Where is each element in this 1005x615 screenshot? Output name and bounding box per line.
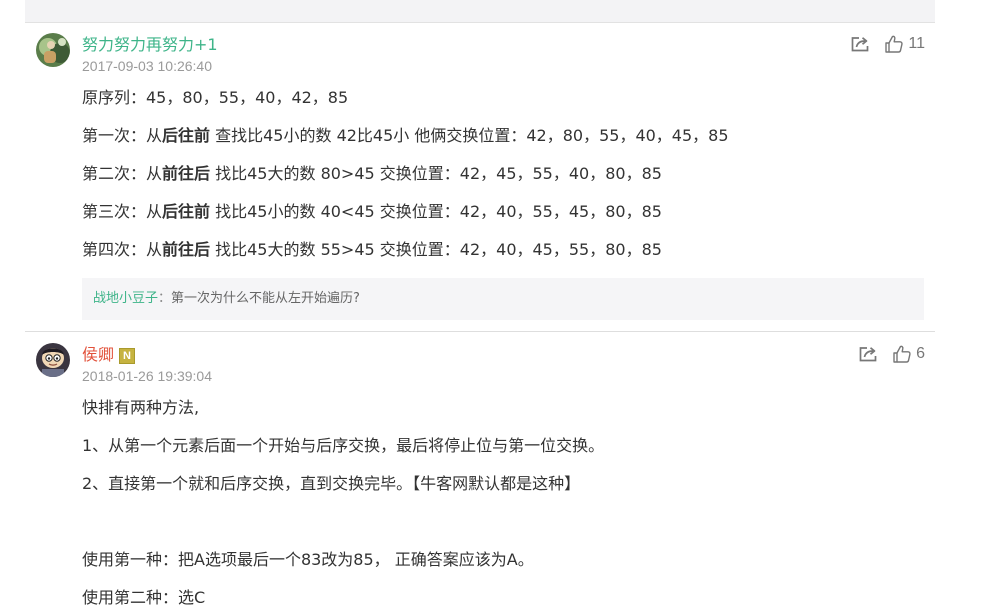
text-segment: 原序列：45，80，55，40，42，85 (82, 88, 349, 107)
text-segment: 第一次：从 (82, 126, 163, 145)
avatar[interactable] (36, 343, 70, 377)
share-button[interactable] (858, 345, 878, 363)
comment-text-line: 使用第一种：把A选项最后一个83改为85， 正确答案应该为A。 (82, 550, 534, 569)
text-segment: 找比45小的数 40<45 交换位置：42，40，55，45，80，85 (210, 202, 662, 221)
like-count: 11 (908, 35, 925, 52)
comment-text-line: 2、直接第一个就和后序交换，直到交换完毕。【牛客网默认都是这种】 (82, 474, 581, 493)
text-segment: 找比45大的数 80>45 交换位置：42，45，55，40，80，85 (210, 164, 662, 183)
bold-text: 前往后 (162, 164, 211, 183)
reply-text: 第一次为什么不能从左开始遍历? (171, 291, 360, 306)
level-badge: N (119, 348, 136, 364)
comment-text-line: 第二次：从前往后 找比45大的数 80>45 交换位置：42，45，55，40，… (82, 163, 662, 185)
avatar[interactable] (36, 33, 70, 67)
comment-actions: 6 (858, 344, 925, 364)
like-count: 6 (916, 345, 925, 362)
share-icon (850, 35, 870, 53)
comment-item: 努力努力再努力+1 2017-09-03 10:26:40 11 原序列：45，… (25, 22, 935, 332)
share-button[interactable] (850, 35, 870, 53)
thumbs-up-icon (884, 34, 904, 54)
comment-item: 侯卿N 2018-01-26 19:39:04 6 快排有两种方法, 1、从第 (25, 332, 935, 615)
like-button[interactable]: 6 (892, 344, 925, 364)
username-text: 侯卿 (82, 345, 115, 364)
text-segment: 第二次：从 (82, 164, 163, 183)
username-link[interactable]: 侯卿 N (82, 345, 136, 365)
comment-text-line: 使用第二种：选C (82, 588, 206, 607)
thumbs-up-icon (892, 344, 912, 364)
text-segment: 找比45大的数 55>45 交换位置：42，40，45，55，80，85 (210, 240, 662, 259)
bold-text: 后往前 (162, 202, 211, 221)
bold-text: 后往前 (162, 126, 211, 145)
comment-text-line: 快排有两种方法, (82, 398, 200, 417)
username-link[interactable]: 努力努力再努力+1 (82, 35, 218, 55)
reply-username-link[interactable]: 战地小豆子 (93, 291, 158, 306)
text-segment: 第四次：从 (82, 240, 163, 259)
text-segment: 查找比45小的数 42比45小 他俩交换位置：42，80，55，40，45，85 (210, 126, 729, 145)
comment-text-line: 第三次：从后往前 找比45小的数 40<45 交换位置：42，40，55，45，… (82, 201, 662, 223)
previous-comment-footer (25, 0, 935, 23)
comment-text-line: 原序列：45，80，55，40，42，85 (82, 87, 348, 109)
reply-separator: ： (158, 291, 172, 306)
timestamp: 2017-09-03 10:26:40 (82, 58, 212, 74)
text-segment: 第三次：从 (82, 202, 163, 221)
bold-text: 前往后 (162, 240, 211, 259)
timestamp: 2018-01-26 19:39:04 (82, 368, 212, 384)
comment-text-line: 第四次：从前往后 找比45大的数 55>45 交换位置：42，40，45，55，… (82, 239, 662, 261)
like-button[interactable]: 11 (884, 34, 925, 54)
reply-item: 战地小豆子：第一次为什么不能从左开始遍历? (82, 278, 924, 320)
share-icon (858, 345, 878, 363)
comment-text-line: 第一次：从后往前 查找比45小的数 42比45小 他俩交换位置：42，80，55… (82, 125, 729, 147)
comment-actions: 11 (850, 34, 925, 54)
comment-text-line: 1、从第一个元素后面一个开始与后序交换，最后将停止位与第一位交换。 (82, 436, 605, 455)
